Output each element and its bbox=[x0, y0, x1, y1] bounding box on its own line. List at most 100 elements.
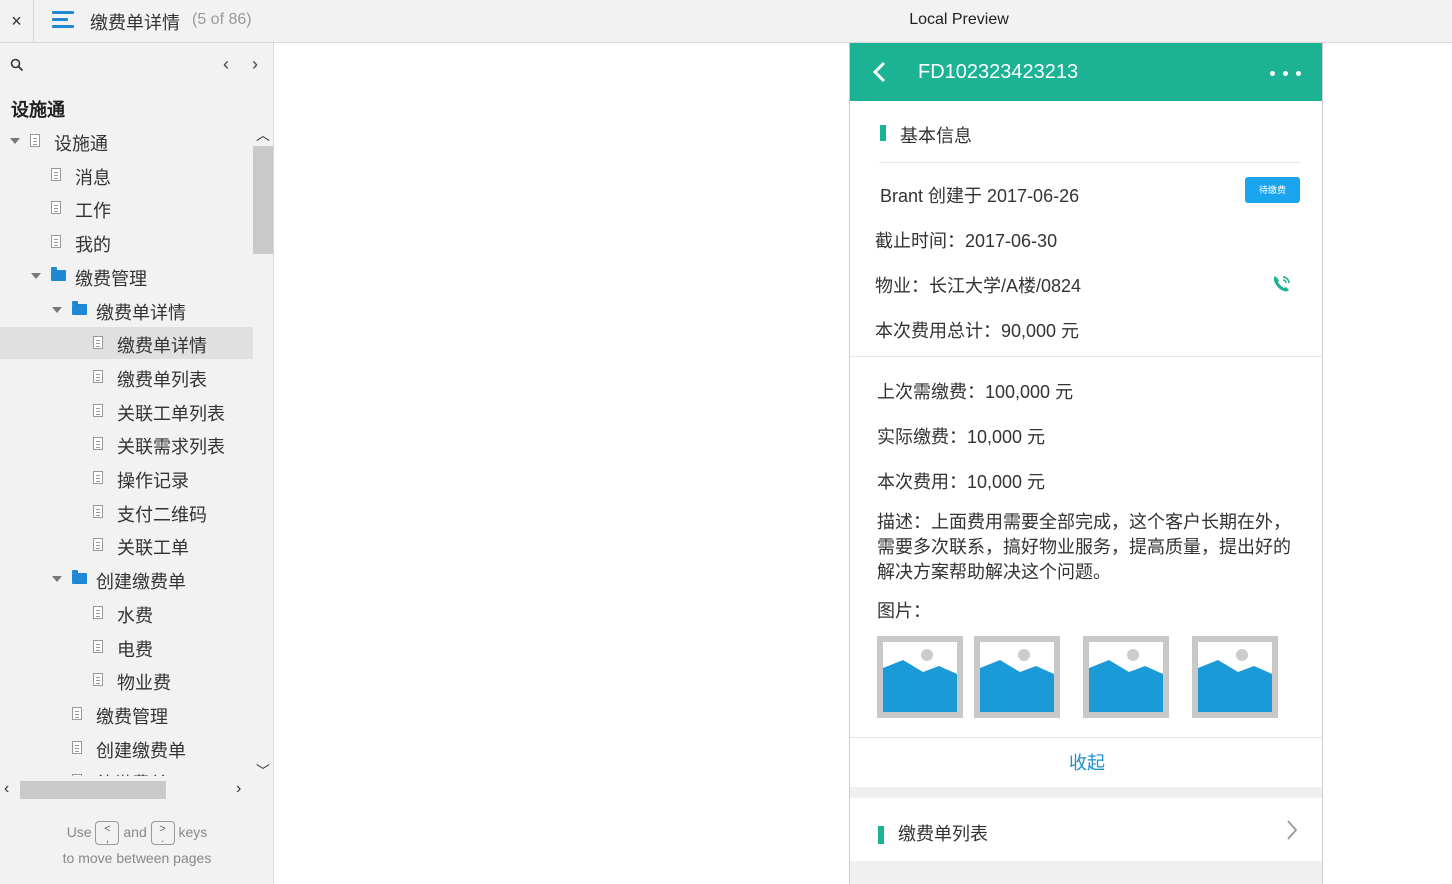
scroll-up-icon[interactable]: ︿ bbox=[256, 125, 270, 145]
page-icon bbox=[93, 437, 103, 451]
phone-call-icon[interactable] bbox=[1270, 272, 1294, 296]
this-fee: 本次费用：10,000 元 bbox=[877, 472, 1046, 492]
tree-item[interactable]: 消息 bbox=[0, 159, 253, 191]
folder-icon bbox=[72, 300, 87, 315]
page-icon bbox=[72, 740, 82, 754]
tree-item-label: 关联工单 bbox=[117, 538, 189, 559]
page-icon bbox=[93, 673, 103, 687]
sidebar: ‹ › 设施通 设施通 消息 工作 我的 缴费管理 缴费单详情 缴费单详情 缴费单列表 关联工单… bbox=[0, 43, 274, 884]
last-due: 上次需缴费：100,000 元 bbox=[877, 382, 1074, 402]
scroll-down-icon[interactable]: ﹀ bbox=[256, 761, 270, 781]
section-marker bbox=[878, 826, 884, 844]
deadline: 截止时间：2017-06-30 bbox=[875, 231, 1058, 251]
tree-item[interactable]: 我的 bbox=[0, 226, 253, 258]
more-icon[interactable] bbox=[1270, 71, 1302, 77]
expand-arrow-icon[interactable] bbox=[52, 306, 62, 313]
page-icon bbox=[93, 538, 103, 552]
tree-item-label: 缴费单详情 bbox=[117, 336, 207, 357]
tree-item-label: 缴费管理 bbox=[96, 706, 168, 727]
divider bbox=[850, 737, 1322, 738]
page-icon bbox=[93, 471, 103, 484]
tree-item[interactable]: 缴费单列表 bbox=[0, 361, 253, 393]
image-thumbnail[interactable] bbox=[1083, 636, 1169, 718]
section-gap bbox=[850, 861, 1322, 884]
tree-item-label: 水费 bbox=[117, 605, 153, 626]
creator-line: Brant 创建于 2017-06-26 bbox=[880, 186, 1080, 206]
divider bbox=[879, 162, 1300, 163]
order-number: FD102323423213 bbox=[918, 61, 1079, 83]
tree-item-label: 关联需求列表 bbox=[117, 437, 225, 458]
tree-item[interactable]: 关联工单 bbox=[0, 529, 253, 561]
scroll-left-icon[interactable]: ‹ bbox=[4, 780, 9, 798]
page-icon bbox=[51, 201, 61, 215]
tree-item[interactable]: 关联工单列表 bbox=[0, 395, 253, 427]
tree-item[interactable]: 支付二维码 bbox=[0, 496, 253, 528]
fee-list-link[interactable]: 缴费单列表 bbox=[898, 820, 988, 846]
project-title: 设施通 bbox=[11, 100, 65, 120]
tree-item-label: 设施通 bbox=[54, 134, 108, 154]
collapse-button[interactable]: 收起 bbox=[850, 749, 1322, 775]
page-icon bbox=[72, 774, 82, 776]
tree-horizontal-scrollbar[interactable]: ‹ › bbox=[0, 779, 253, 801]
tree-item[interactable]: 创建缴费单 bbox=[0, 732, 253, 764]
image-thumbnail[interactable] bbox=[1192, 636, 1278, 718]
next-key-icon: >. bbox=[150, 821, 175, 846]
tree-item-label: 操作记录 bbox=[117, 471, 189, 491]
property: 物业：长江大学/A楼/0824 bbox=[875, 276, 1082, 296]
scroll-right-icon[interactable]: › bbox=[236, 780, 241, 798]
tree-item[interactable]: 电费 bbox=[0, 631, 253, 663]
tree-item[interactable]: 缴费管理 bbox=[0, 698, 253, 730]
image-thumbnail[interactable] bbox=[974, 636, 1060, 718]
total-fee: 本次费用总计：90,000 元 bbox=[875, 321, 1080, 341]
tree-item[interactable]: 设施通 bbox=[0, 125, 253, 157]
page-icon bbox=[93, 403, 103, 417]
expand-arrow-icon[interactable] bbox=[52, 576, 62, 583]
keyboard-hint: Use <, and >. keys to move between pages bbox=[62, 821, 212, 867]
section-gap bbox=[850, 787, 1322, 798]
page-icon bbox=[72, 706, 82, 720]
status-badge: 待缴费 bbox=[1245, 177, 1300, 203]
page-icon bbox=[93, 639, 103, 653]
tree-item[interactable]: 创建缴费单 bbox=[0, 563, 253, 595]
top-bar: × 缴费单详情 (5 of 86) Local Preview bbox=[0, 0, 1452, 43]
page-icon bbox=[30, 134, 40, 147]
tree-item-label: 创建缴费单 bbox=[96, 740, 186, 761]
tree-item-label: 缴费单详情 bbox=[96, 302, 186, 323]
horizontal-scrollbar-thumb[interactable] bbox=[20, 781, 166, 799]
tree-item[interactable]: 缴费单详情 bbox=[0, 294, 253, 326]
prev-page-button[interactable]: ‹ bbox=[217, 54, 235, 75]
section-marker bbox=[880, 125, 886, 141]
description: 描述：上面费用需要全部完成，这个客户长期在外，需要多次联系，搞好物业服务，提高质… bbox=[877, 512, 1291, 582]
tree-item-label: 消息 bbox=[75, 167, 111, 188]
next-page-button[interactable]: › bbox=[246, 54, 264, 75]
app-header: FD102323423213 bbox=[850, 43, 1322, 101]
page-icon bbox=[93, 605, 103, 619]
back-icon[interactable] bbox=[872, 61, 888, 83]
tree-item-label: 我的 bbox=[75, 235, 111, 256]
tree-item[interactable]: 操作记录 bbox=[0, 462, 253, 494]
tree-item[interactable]: 工作 bbox=[0, 192, 253, 224]
actual-paid: 实际缴费：10,000 元 bbox=[877, 427, 1046, 447]
tree-item[interactable]: 物业费 bbox=[0, 664, 253, 696]
tree-item-label: 缴费管理 bbox=[75, 268, 147, 289]
expand-arrow-icon[interactable] bbox=[31, 272, 41, 279]
page-icon bbox=[51, 167, 61, 181]
tree-item[interactable]: 缴费管理 bbox=[0, 260, 253, 292]
scrollbar-thumb[interactable] bbox=[253, 146, 273, 254]
tree-item[interactable]: 关联需求列表 bbox=[0, 428, 253, 460]
tree-item[interactable]: 缴费单详情 bbox=[0, 327, 253, 360]
tree-vertical-scrollbar[interactable]: ︿ ﹀ bbox=[253, 125, 273, 779]
page-tree: 设施通 消息 工作 我的 缴费管理 缴费单详情 缴费单详情 缴费单列表 关联工单列表 关联需求列表… bbox=[0, 125, 253, 776]
expand-arrow-icon[interactable] bbox=[10, 138, 20, 144]
tree-item[interactable]: 待缴费单 bbox=[0, 765, 253, 776]
search-icon[interactable] bbox=[10, 58, 24, 72]
tree-item[interactable]: 水费 bbox=[0, 597, 253, 629]
tree-item-label: 工作 bbox=[75, 201, 111, 222]
prev-key-icon: <, bbox=[95, 821, 120, 846]
chevron-right-icon[interactable] bbox=[1286, 819, 1298, 841]
preview-title: Local Preview bbox=[909, 11, 1009, 28]
image-thumbnail[interactable] bbox=[877, 636, 963, 718]
page-icon bbox=[51, 235, 61, 249]
tree-item-label: 关联工单列表 bbox=[117, 403, 225, 424]
page-icon bbox=[93, 336, 103, 350]
